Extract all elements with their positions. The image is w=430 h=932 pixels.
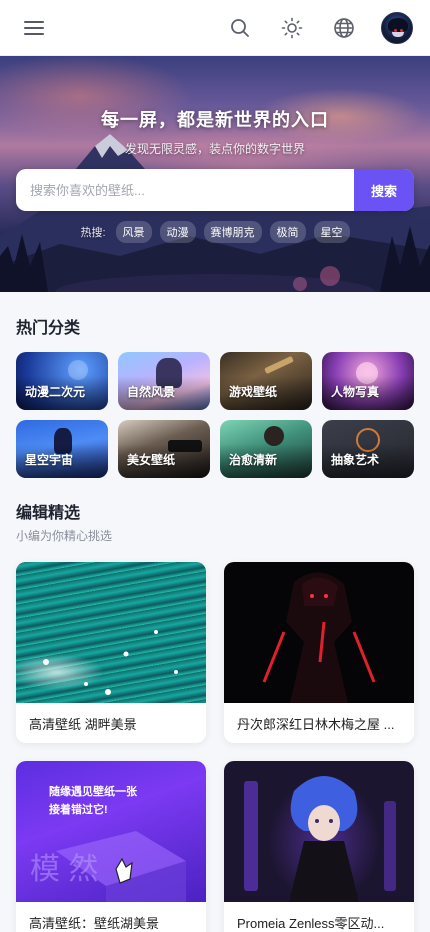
- globe-icon[interactable]: [332, 16, 356, 40]
- category-games[interactable]: 游戏壁纸: [220, 352, 312, 410]
- category-space[interactable]: 星空宇宙: [16, 420, 108, 478]
- hamburger-menu-icon[interactable]: [22, 18, 46, 38]
- category-beauty[interactable]: 美女壁纸: [118, 420, 210, 478]
- hot-tag[interactable]: 赛博朋克: [203, 221, 262, 243]
- poster-text-line-2: 接着错过它!: [49, 804, 108, 816]
- hot-tag[interactable]: 极简: [269, 221, 306, 243]
- search-button[interactable]: 搜索: [354, 169, 414, 211]
- category-abstract[interactable]: 抽象艺术: [322, 420, 414, 478]
- category-label: 动漫二次元: [25, 385, 86, 399]
- wallpaper-card[interactable]: 模 然 随缘遇见壁纸一张 接着错过它! 高清壁纸：壁纸湖美景: [16, 761, 206, 932]
- category-label: 星空宇宙: [25, 453, 74, 467]
- category-label: 自然风景: [127, 385, 176, 399]
- hot-search-label: 热搜:: [80, 227, 106, 239]
- search-bar: 搜索: [16, 169, 414, 211]
- hot-tag[interactable]: 动漫: [159, 221, 196, 243]
- hero-title: 每一屏，都是新世界的入口: [101, 110, 329, 130]
- category-label: 游戏壁纸: [229, 385, 278, 399]
- section-title-editor-picks: 编辑精选: [16, 505, 81, 522]
- hot-tag[interactable]: 星空: [313, 221, 350, 243]
- section-subtitle-editor-picks: 小编为你精心挑选: [16, 529, 113, 543]
- wallpaper-caption: 高清壁纸：壁纸湖美景: [29, 915, 160, 931]
- wallpaper-caption: Promeia Zenless零区动...: [237, 915, 385, 931]
- category-nature[interactable]: 自然风景: [118, 352, 210, 410]
- category-label: 治愈清新: [229, 453, 278, 467]
- wallpaper-card[interactable]: 高清壁纸 湖畔美景: [16, 562, 206, 743]
- search-input[interactable]: [16, 169, 354, 211]
- wallpaper-thumbnail: [224, 761, 414, 902]
- top-navigation-bar: [0, 0, 430, 56]
- wallpaper-thumbnail: [224, 562, 414, 703]
- wallpaper-thumbnail: [16, 562, 206, 703]
- hot-search-tags: 热搜: 风景 动漫 赛博朋克 极简 星空: [0, 221, 430, 243]
- category-healing[interactable]: 治愈清新: [220, 420, 312, 478]
- svg-text:模 然: 模 然: [30, 853, 98, 886]
- wallpaper-thumbnail: 模 然 随缘遇见壁纸一张 接着错过它!: [16, 761, 206, 902]
- category-anime[interactable]: 动漫二次元: [16, 352, 108, 410]
- hero-subtitle: 发现无限灵感，装点你的数字世界: [124, 142, 305, 156]
- category-label: 人物写真: [331, 385, 380, 399]
- wallpaper-card[interactable]: 丹次郎深红日林木梅之屋 ...: [224, 562, 414, 743]
- wallpaper-caption: 高清壁纸 湖畔美景: [29, 716, 137, 732]
- sun-icon[interactable]: [280, 16, 304, 40]
- category-label: 美女壁纸: [127, 453, 176, 467]
- wallpaper-card[interactable]: Promeia Zenless零区动...: [224, 761, 414, 932]
- wallpaper-caption: 丹次郎深红日林木梅之屋 ...: [237, 716, 395, 732]
- category-grid: 动漫二次元 自然风景 游戏壁纸 人物写真 星空宇宙 美女壁纸 治愈清新 抽象艺术: [16, 352, 414, 478]
- section-title-categories: 热门分类: [16, 320, 81, 337]
- poster-text-line-1: 随缘遇见壁纸一张: [49, 786, 137, 798]
- search-icon[interactable]: [228, 16, 252, 40]
- wallpaper-card-grid: 高清壁纸 湖畔美景 丹次郎深红日林木梅之屋 ... 模 然 随缘遇见壁纸一张 接…: [16, 562, 414, 932]
- hot-tag[interactable]: 风景: [115, 221, 152, 243]
- category-label: 抽象艺术: [331, 453, 380, 467]
- hero-banner: 每一屏，都是新世界的入口 发现无限灵感，装点你的数字世界 搜索 热搜: 风景 动…: [0, 56, 430, 292]
- category-portrait[interactable]: 人物写真: [322, 352, 414, 410]
- user-avatar[interactable]: [381, 12, 413, 44]
